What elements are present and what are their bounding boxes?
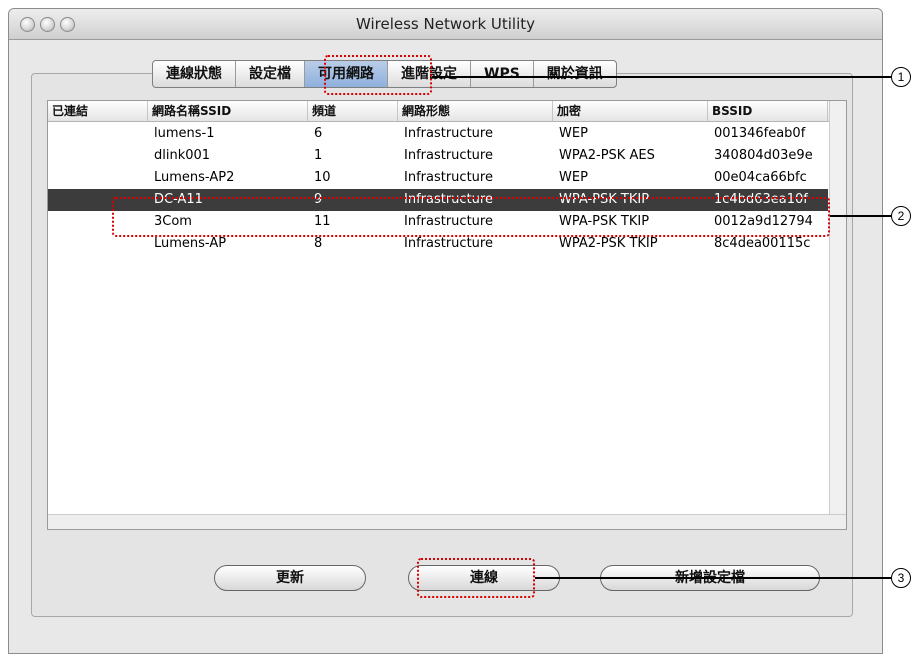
callout-marker-3: 3 xyxy=(891,568,911,588)
table-header: 已連結 網路名稱SSID 頻道 網路形態 加密 BSSID xyxy=(48,101,846,122)
tab-wps[interactable]: WPS xyxy=(471,61,534,87)
window-title: Wireless Network Utility xyxy=(355,15,536,33)
callout-line-2 xyxy=(830,215,891,217)
column-header-connected[interactable]: 已連結 xyxy=(48,101,148,121)
column-header-bssid[interactable]: BSSID xyxy=(708,101,828,121)
table-row[interactable]: lumens-1 6 Infrastructure WEP 001346feab0f xyxy=(48,123,828,145)
cell-bssid: 00e04ca66bfc xyxy=(714,170,807,185)
column-header-network-type[interactable]: 網路形態 xyxy=(398,101,553,121)
cell-ssid: lumens-1 xyxy=(154,126,215,141)
cell-connected xyxy=(48,211,54,233)
column-header-ssid[interactable]: 網路名稱SSID xyxy=(148,101,308,121)
highlight-available-networks-tab xyxy=(324,55,432,95)
cell-connected xyxy=(48,189,54,211)
vertical-scrollbar[interactable] xyxy=(829,101,846,529)
cell-connected xyxy=(48,167,54,189)
cell-ssid: Lumens-AP2 xyxy=(154,170,235,185)
highlight-connect-button xyxy=(417,558,535,598)
cell-ssid: dlink001 xyxy=(154,148,211,163)
tab-connection-status[interactable]: 連線狀態 xyxy=(153,61,236,87)
column-header-channel[interactable]: 頻道 xyxy=(308,101,398,121)
cell-connected xyxy=(48,233,54,255)
network-list-table: 已連結 網路名稱SSID 頻道 網路形態 加密 BSSID lumens-1 6 I… xyxy=(47,100,847,530)
column-header-encryption[interactable]: 加密 xyxy=(553,101,708,121)
cell-bssid: 340804d03e9e xyxy=(714,148,813,163)
cell-network-type: Infrastructure xyxy=(404,148,493,163)
cell-encryption: WEP xyxy=(559,126,588,141)
horizontal-scrollbar[interactable] xyxy=(48,514,846,529)
callout-line-3 xyxy=(535,577,891,579)
refresh-button[interactable]: 更新 xyxy=(214,565,366,591)
cell-network-type: Infrastructure xyxy=(404,170,493,185)
highlight-selected-network-row xyxy=(112,197,830,237)
callout-marker-1: 1 xyxy=(891,67,911,87)
tab-about[interactable]: 關於資訊 xyxy=(534,61,616,87)
cell-channel: 10 xyxy=(314,170,331,185)
cell-encryption: WEP xyxy=(559,170,588,185)
cell-connected xyxy=(48,123,54,145)
title-bar: Wireless Network Utility xyxy=(9,9,882,40)
cell-network-type: Infrastructure xyxy=(404,126,493,141)
tab-profiles[interactable]: 設定檔 xyxy=(236,61,305,87)
callout-marker-2: 2 xyxy=(891,206,911,226)
callout-line-1 xyxy=(432,76,891,78)
cell-encryption: WPA2-PSK AES xyxy=(559,148,655,163)
cell-channel: 1 xyxy=(314,148,323,163)
table-row[interactable]: Lumens-AP2 10 Infrastructure WEP 00e04ca66bf… xyxy=(48,167,828,189)
cell-connected xyxy=(48,145,54,167)
table-row[interactable]: dlink001 1 Infrastructure WPA2-PSK AES 34080… xyxy=(48,145,828,167)
cell-channel: 6 xyxy=(314,126,323,141)
cell-bssid: 001346feab0f xyxy=(714,126,806,141)
